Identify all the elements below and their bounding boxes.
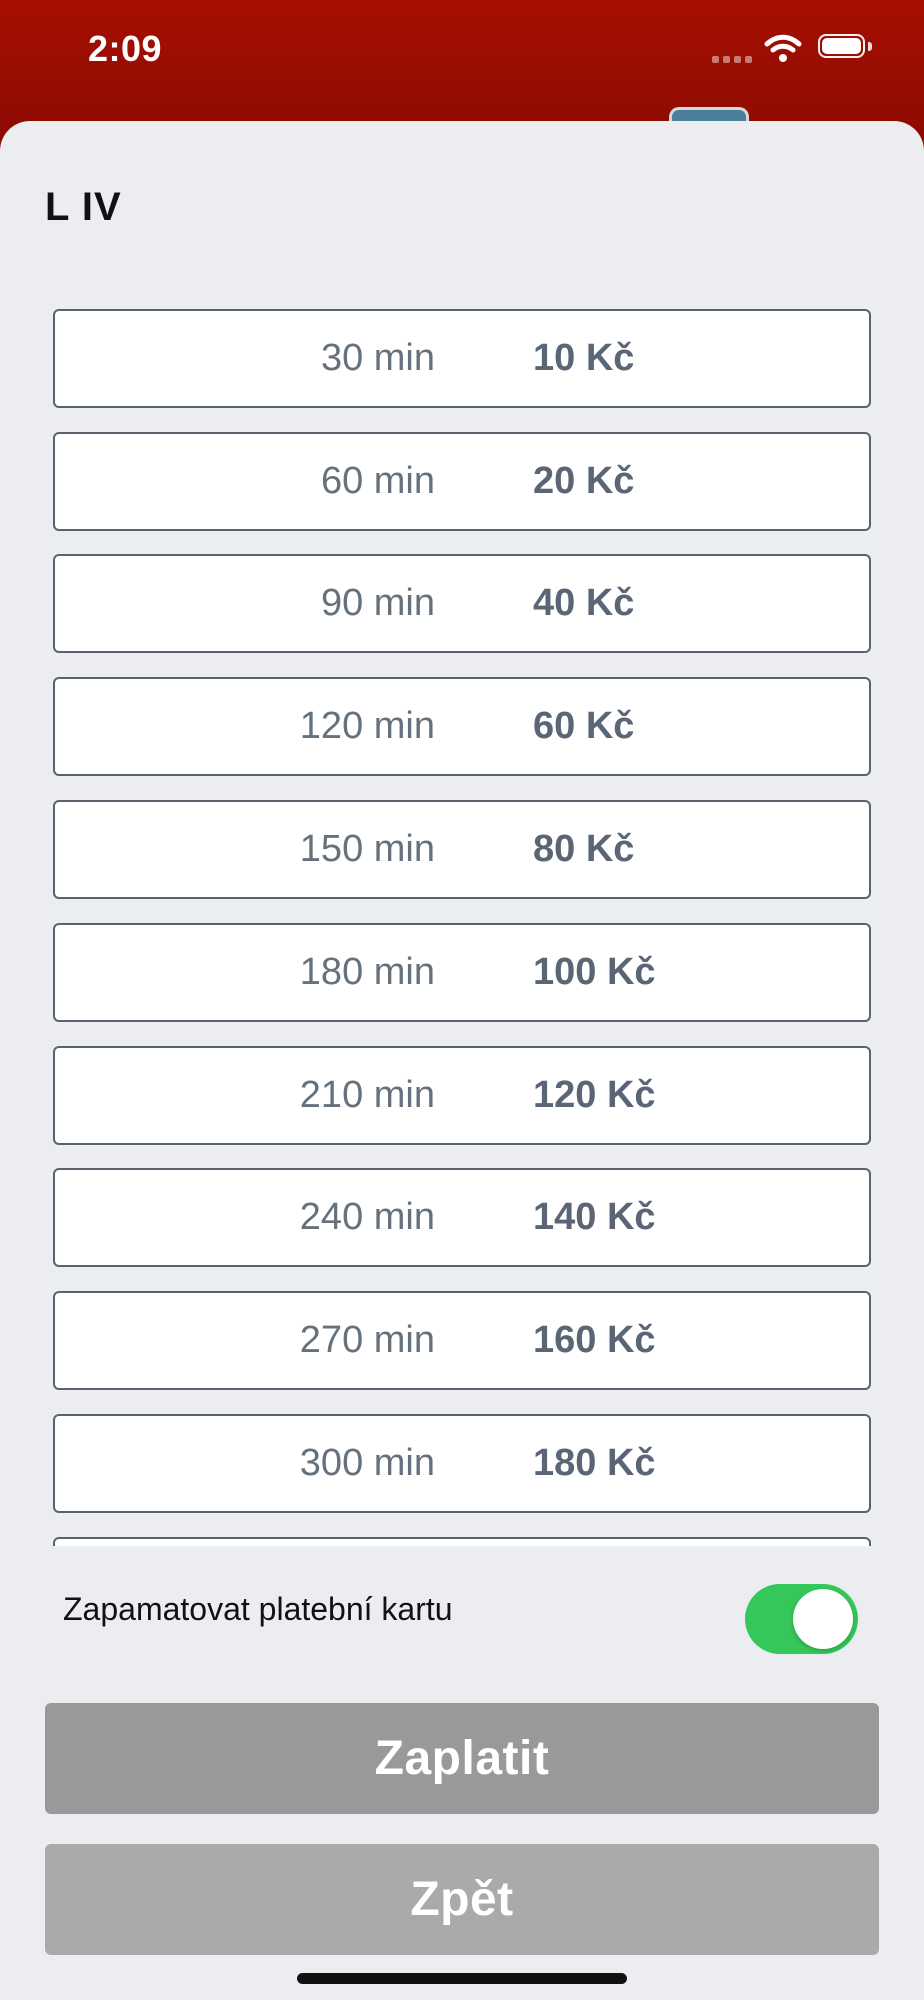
zone-title: L IV xyxy=(45,185,122,229)
tariff-price: 20 Kč xyxy=(533,460,635,502)
tariff-option-240-min[interactable]: 240 min 140 Kč xyxy=(53,1168,871,1267)
tariff-option-120-min[interactable]: 120 min 60 Kč xyxy=(53,677,871,776)
tariff-price: 40 Kč xyxy=(533,582,635,624)
tariff-option-90-min[interactable]: 90 min 40 Kč xyxy=(53,554,871,653)
tariff-option-180-min[interactable]: 180 min 100 Kč xyxy=(53,923,871,1022)
tariff-price: 100 Kč xyxy=(533,951,656,993)
tariff-price: 120 Kč xyxy=(533,1074,656,1116)
tariff-duration: 180 min xyxy=(299,951,435,993)
tariff-duration: 210 min xyxy=(299,1074,435,1116)
battery-fill xyxy=(822,38,861,54)
signal-icon xyxy=(712,54,754,64)
tariff-list[interactable]: 30 min 10 Kč 60 min 20 Kč 90 min 40 Kč 1… xyxy=(53,309,871,1546)
tariff-price: 160 Kč xyxy=(533,1319,656,1361)
tariff-price: 80 Kč xyxy=(533,828,635,870)
tariff-duration: 60 min xyxy=(320,460,435,502)
battery-cap xyxy=(868,42,872,51)
tariff-option-150-min[interactable]: 150 min 80 Kč xyxy=(53,800,871,899)
tariff-duration: 150 min xyxy=(299,828,435,870)
signal-dot xyxy=(734,56,741,63)
tariff-duration: 30 min xyxy=(320,337,435,379)
home-indicator xyxy=(297,1973,627,1984)
tariff-duration: 120 min xyxy=(299,705,435,747)
wifi-icon xyxy=(764,34,802,62)
tariff-option-partially-visible[interactable] xyxy=(53,1537,871,1546)
tariff-price: 60 Kč xyxy=(533,705,635,747)
tariff-duration: 300 min xyxy=(299,1442,435,1484)
tariff-sheet: L IV 30 min 10 Kč 60 min 20 Kč 90 min 40… xyxy=(0,121,924,2000)
signal-dot xyxy=(723,56,730,63)
tariff-option-300-min[interactable]: 300 min 180 Kč xyxy=(53,1414,871,1513)
status-time: 2:09 xyxy=(88,28,163,69)
tariff-duration: 270 min xyxy=(299,1319,435,1361)
status-bar: 2:09 xyxy=(0,0,924,110)
parking-payment-screen: 2:09 L IV 30 min 10 Kč 60 min 20 Kč 90 m… xyxy=(0,0,924,2000)
tariff-duration: 240 min xyxy=(299,1196,435,1238)
tariff-price: 180 Kč xyxy=(533,1442,656,1484)
tariff-price: 140 Kč xyxy=(533,1196,656,1238)
signal-dot xyxy=(745,56,752,63)
tariff-option-30-min[interactable]: 30 min 10 Kč xyxy=(53,309,871,408)
pay-button[interactable]: Zaplatit xyxy=(45,1703,879,1814)
battery-icon xyxy=(818,34,874,62)
signal-dot xyxy=(712,56,719,63)
tariff-option-210-min[interactable]: 210 min 120 Kč xyxy=(53,1046,871,1145)
toggle-knob xyxy=(793,1589,853,1649)
back-button[interactable]: Zpět xyxy=(45,1844,879,1955)
remember-card-toggle[interactable] xyxy=(745,1584,858,1654)
tariff-option-270-min[interactable]: 270 min 160 Kč xyxy=(53,1291,871,1390)
remember-card-label: Zapamatovat platební kartu xyxy=(63,1591,453,1627)
tariff-option-60-min[interactable]: 60 min 20 Kč xyxy=(53,432,871,531)
tariff-duration: 90 min xyxy=(320,582,435,624)
tariff-price: 10 Kč xyxy=(533,337,635,379)
